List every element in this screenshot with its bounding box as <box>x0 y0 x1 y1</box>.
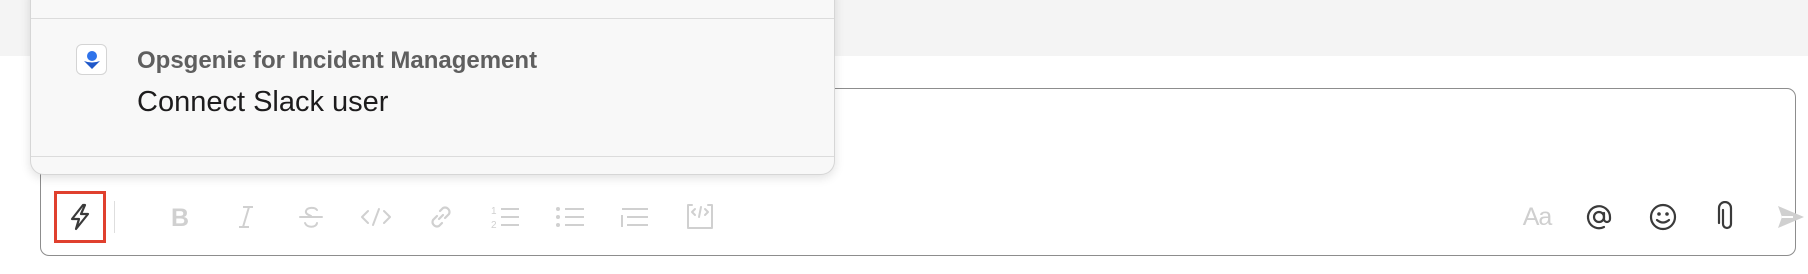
attachment-icon <box>1717 201 1733 230</box>
lightning-bolt-icon <box>70 203 90 231</box>
shortcuts-button[interactable] <box>54 191 106 243</box>
toolbar-divider <box>114 201 115 233</box>
svg-text:1: 1 <box>491 206 497 217</box>
shortcuts-popup-menu: Opsgenie for Incident Management Connect… <box>30 0 835 175</box>
mention-icon <box>1586 205 1612 230</box>
bold-button[interactable]: B <box>158 189 202 245</box>
formatting-label: Aa <box>1522 202 1553 231</box>
ordered-list-button[interactable]: 1 2 <box>483 189 527 245</box>
send-icon <box>1778 206 1804 228</box>
link-button[interactable] <box>419 189 463 245</box>
code-block-button[interactable] <box>678 189 722 245</box>
ordered-list-icon: 1 2 <box>491 206 519 231</box>
blockquote-icon <box>621 208 648 227</box>
formatting-toggle-button[interactable]: Aa <box>1513 189 1561 245</box>
emoji-icon <box>1649 203 1677 231</box>
bulleted-list-icon <box>556 207 584 227</box>
link-icon <box>431 206 451 228</box>
code-icon <box>361 208 391 226</box>
mention-button[interactable] <box>1577 189 1621 245</box>
svg-text:2: 2 <box>491 220 497 231</box>
strikethrough-icon <box>299 206 323 228</box>
code-button[interactable] <box>354 189 398 245</box>
attachment-button[interactable] <box>1705 189 1749 245</box>
composer-toolbar: B 1 2 Aa <box>41 189 1804 245</box>
opsgenie-icon <box>76 44 107 75</box>
app-name: Opsgenie for Incident Management <box>137 47 538 74</box>
emoji-button[interactable] <box>1641 189 1685 245</box>
strikethrough-button[interactable] <box>289 189 333 245</box>
blockquote-button[interactable] <box>613 189 657 245</box>
send-button[interactable] <box>1769 189 1808 245</box>
bulleted-list-button[interactable] <box>548 189 592 245</box>
svg-text:B: B <box>171 204 189 230</box>
menu-divider <box>31 156 834 157</box>
bold-icon: B <box>171 204 189 230</box>
code-block-icon <box>687 204 713 229</box>
italic-icon <box>239 206 253 228</box>
menu-divider <box>31 18 834 19</box>
italic-button[interactable] <box>224 189 268 245</box>
menu-item-connect-slack-user[interactable]: Connect Slack user <box>137 86 388 119</box>
